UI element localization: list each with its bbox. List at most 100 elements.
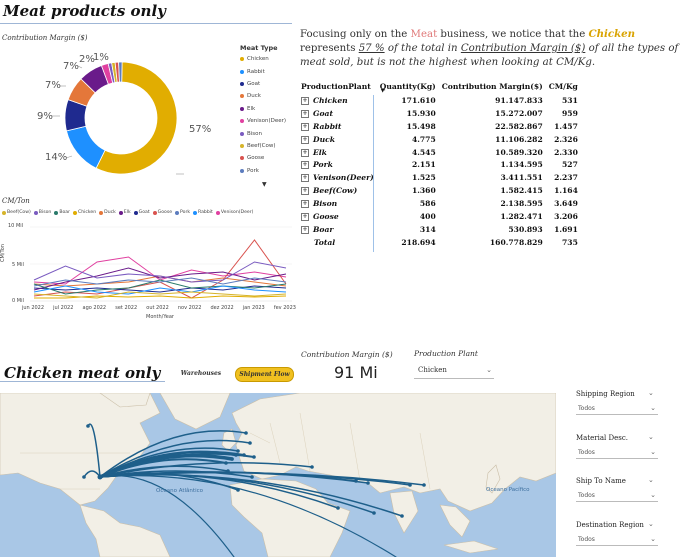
shipment-flow-map[interactable]: Oceano Atlântico Oceano Pacífico — [0, 393, 556, 557]
filter-dropdown[interactable]: Todos ⌄ — [576, 448, 658, 459]
table-row[interactable]: + Boar 314 530.893 1.691 — [298, 223, 581, 236]
destination-point[interactable] — [366, 481, 370, 485]
line-legend-item[interactable]: Boar — [54, 210, 70, 215]
table-row[interactable]: + Venison(Deer) 1.525 3.411.551 2.237 — [298, 171, 581, 184]
table-row[interactable]: + Beef(Cow) 1.360 1.582.415 1.164 — [298, 184, 581, 197]
legend-item-chicken[interactable]: Chicken — [240, 53, 286, 65]
filter-dropdown[interactable]: Todos ⌄ — [576, 404, 658, 415]
col-header-cm[interactable]: Contribution Margin($) — [439, 78, 546, 94]
donut-label-14: 14% — [45, 152, 68, 163]
destination-point[interactable] — [236, 488, 240, 492]
table-row[interactable]: + Goose 400 1.282.471 3.206 — [298, 210, 581, 223]
table-row[interactable]: + Pork 2.151 1.134.595 527 — [298, 158, 581, 171]
destination-point[interactable] — [244, 431, 248, 435]
chevron-down-icon: ⌄ — [650, 534, 656, 543]
destination-point[interactable] — [336, 506, 340, 510]
table-row[interactable]: + Rabbit 15.498 22.582.867 1.457 — [298, 120, 581, 133]
chevron-down-icon[interactable]: ⌄ — [648, 433, 654, 441]
line-legend-item[interactable]: Goat — [133, 210, 150, 215]
destination-point[interactable] — [408, 483, 412, 487]
expand-row-icon[interactable]: + — [301, 161, 309, 170]
chevron-down-icon[interactable]: ⌄ — [648, 520, 654, 528]
line-legend-item[interactable]: Duck — [99, 210, 116, 215]
table-row[interactable]: + Duck 4.775 11.106.282 2.326 — [298, 133, 581, 146]
chevron-down-icon[interactable]: ⌄ — [648, 476, 654, 484]
destination-point[interactable] — [354, 479, 358, 483]
legend-item-pork[interactable]: Pork — [240, 165, 286, 177]
destination-point[interactable] — [252, 455, 256, 459]
expand-row-icon[interactable]: + — [301, 174, 309, 183]
line-chart-title: CM/Ton — [2, 197, 30, 205]
expand-row-icon[interactable]: + — [301, 187, 309, 196]
table-row[interactable]: + Elk 4.545 10.589.320 2.330 — [298, 146, 581, 159]
destination-point[interactable] — [422, 483, 426, 487]
expand-row-icon[interactable]: + — [301, 135, 309, 144]
destination-point[interactable] — [242, 453, 246, 457]
donut-label-1: 1% — [93, 52, 109, 63]
destination-point[interactable] — [400, 514, 404, 518]
origin-point[interactable] — [97, 474, 103, 480]
row-cmkg: 1.457 — [554, 121, 578, 131]
donut-legend: Chicken Rabbit Goat Duck Elk Venison(Deer) Bis… — [240, 53, 286, 177]
legend-item-rabbit[interactable]: Rabbit — [240, 65, 286, 77]
destination-point[interactable] — [372, 511, 376, 515]
destination-point[interactable] — [226, 469, 230, 473]
destination-point[interactable] — [224, 461, 228, 465]
destination-point[interactable] — [82, 475, 86, 479]
legend-item-bison[interactable]: Bison — [240, 127, 286, 139]
expand-row-icon[interactable]: + — [301, 122, 309, 131]
destination-point[interactable] — [250, 475, 254, 479]
line-legend-item[interactable]: Beef(Cow) — [2, 210, 31, 215]
table-row[interactable]: + Goat 15.930 15.272.007 959 — [298, 107, 581, 120]
legend-item-beef-cow-[interactable]: Beef(Cow) — [240, 140, 286, 152]
table-row[interactable]: + Bison 586 2.138.595 3.649 — [298, 197, 581, 210]
legend-scroll-down-icon[interactable]: ▼ — [262, 181, 267, 188]
line-legend-item[interactable]: Chicken — [73, 210, 96, 215]
row-plant-label: Goat — [313, 108, 333, 118]
destination-point[interactable] — [248, 441, 252, 445]
legend-item-elk[interactable]: Elk — [240, 103, 286, 115]
destination-point[interactable] — [310, 465, 314, 469]
destination-point[interactable] — [236, 449, 240, 453]
legend-item-venison-deer-[interactable]: Venison(Deer) — [240, 115, 286, 127]
table-row[interactable]: + Chicken 171.610 91.147.833 531 — [298, 94, 581, 107]
filter-dropdown[interactable]: Todos ⌄ — [576, 491, 658, 502]
expand-row-icon[interactable]: + — [301, 200, 309, 209]
line-legend-item[interactable]: Goose — [152, 210, 172, 215]
legend-item-goose[interactable]: Goose — [240, 152, 286, 164]
legend-dot — [33, 210, 38, 215]
x-tick: jun 2022 — [22, 305, 45, 311]
row-plant: + Duck — [298, 133, 377, 146]
warehouses-button[interactable]: Warehouses — [176, 367, 226, 380]
expand-row-icon[interactable]: + — [301, 96, 309, 105]
expand-row-icon[interactable]: + — [301, 212, 309, 221]
expand-row-icon[interactable]: + — [301, 148, 309, 157]
col-header-plant[interactable]: ProductionPlant — [298, 78, 377, 94]
col-header-quantity[interactable]: Quantity(Kg) ▼ — [377, 78, 439, 95]
chevron-down-icon[interactable]: ⌄ — [648, 389, 654, 397]
x-tick: nov 2022 — [177, 305, 202, 311]
row-cmkg: 531 — [562, 95, 578, 105]
legend-item-duck[interactable]: Duck — [240, 90, 286, 102]
donut-slice-rabbit[interactable] — [66, 125, 106, 169]
destination-point[interactable] — [86, 424, 90, 428]
insight-paragraph: Focusing only on the Meat business, we n… — [300, 27, 690, 70]
destination-point[interactable] — [230, 457, 234, 461]
donut-slice-pork[interactable] — [118, 61, 123, 83]
legend-item-goat[interactable]: Goat — [240, 78, 286, 90]
legend-dot — [99, 210, 104, 215]
row-plant-label: Goose — [313, 211, 339, 221]
plant-slicer-dropdown[interactable]: Chicken ⌄ — [414, 366, 494, 379]
line-legend-item[interactable]: Elk — [118, 210, 131, 215]
line-legend-item[interactable]: Venison(Deer) — [215, 210, 253, 215]
x-tick: dez 2022 — [210, 305, 234, 311]
destination-point[interactable] — [234, 453, 238, 457]
line-legend-item[interactable]: Bison — [33, 210, 51, 215]
col-header-cmkg[interactable]: CM/Kg — [546, 78, 581, 94]
expand-row-icon[interactable]: + — [301, 109, 309, 118]
shipment-flow-button[interactable]: Shipment Flow — [235, 367, 294, 382]
line-legend-item[interactable]: Pork — [175, 210, 190, 215]
filter-dropdown[interactable]: Todos ⌄ — [576, 535, 658, 546]
expand-row-icon[interactable]: + — [301, 225, 309, 234]
line-legend-item[interactable]: Rabbit — [193, 210, 213, 215]
